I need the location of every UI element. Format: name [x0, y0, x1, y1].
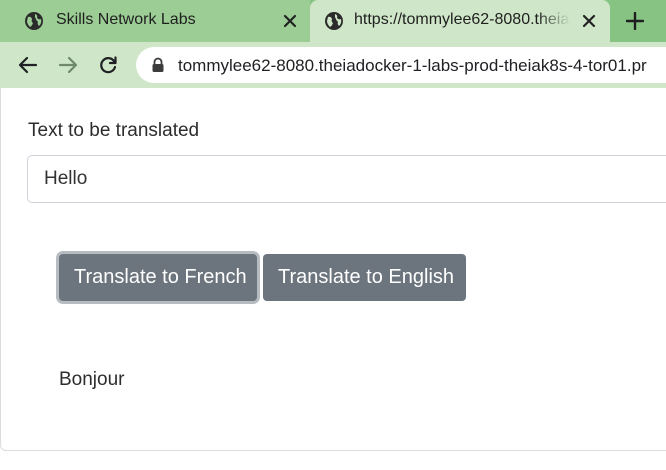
- text-to-translate-input[interactable]: [27, 155, 666, 203]
- new-tab-button[interactable]: [622, 8, 648, 34]
- plus-icon: [626, 12, 644, 30]
- arrow-left-icon: [18, 56, 38, 74]
- translate-to-french-button[interactable]: Translate to French: [59, 254, 257, 301]
- translator-card: Text to be translated Translate to Frenc…: [0, 88, 666, 451]
- close-icon[interactable]: [578, 10, 600, 32]
- arrow-right-icon: [58, 56, 78, 74]
- reload-button[interactable]: [96, 53, 120, 77]
- globe-icon: [325, 12, 343, 30]
- tab-skills-network-labs[interactable]: Skills Network Labs: [0, 0, 310, 42]
- browser-window: Skills Network Labs https://tommylee62-8…: [0, 0, 666, 470]
- globe-icon: [25, 12, 43, 30]
- tab-strip: Skills Network Labs https://tommylee62-8…: [0, 0, 666, 42]
- translation-result: Bonjour: [59, 369, 125, 390]
- browser-toolbar: tommylee62-8080.theiadocker-1-labs-prod-…: [0, 42, 666, 88]
- lock-icon[interactable]: [151, 57, 165, 73]
- input-label: Text to be translated: [28, 120, 200, 141]
- page-content: Text to be translated Translate to Frenc…: [0, 88, 666, 470]
- tab-title: https://tommylee62-8080.theiadocker-1-la…: [354, 11, 570, 28]
- close-icon[interactable]: [279, 10, 301, 32]
- translate-to-english-button[interactable]: Translate to English: [263, 254, 466, 301]
- address-bar[interactable]: tommylee62-8080.theiadocker-1-labs-prod-…: [136, 47, 666, 83]
- reload-icon: [100, 56, 117, 74]
- forward-button[interactable]: [56, 53, 80, 77]
- url-text: tommylee62-8080.theiadocker-1-labs-prod-…: [178, 56, 647, 75]
- tab-translator-app[interactable]: https://tommylee62-8080.theiadocker-1-la…: [310, 0, 610, 42]
- back-button[interactable]: [16, 53, 40, 77]
- tab-title: Skills Network Labs: [56, 11, 196, 28]
